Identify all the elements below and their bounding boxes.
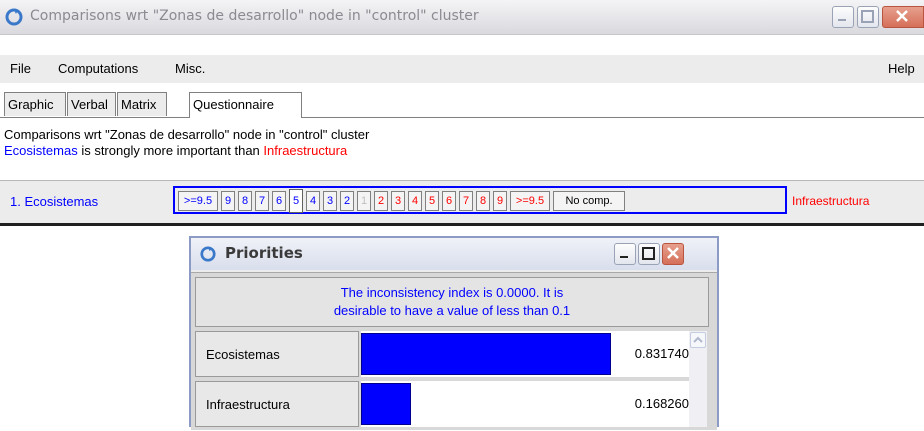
scale-value-button[interactable]: 9 [221, 191, 235, 211]
row-left-element: 1. Ecosistemas [10, 194, 99, 209]
scale-value-button[interactable]: 4 [306, 191, 320, 211]
tab-verbal[interactable]: Verbal [67, 92, 116, 116]
inconsistency-line-2: desirable to have a value of less than 0… [333, 303, 571, 318]
left-element-name: Ecosistemas [4, 143, 78, 158]
scale-value-button[interactable]: 8 [476, 191, 490, 211]
priority-label: Ecosistemas [195, 331, 359, 377]
priority-value: 0.168260 [634, 396, 689, 411]
menu-misc[interactable]: Misc. [175, 61, 205, 76]
inconsistency-line-1: The inconsistency index is 0.0000. It is [340, 285, 564, 300]
maximize-icon [861, 10, 874, 23]
scale-value-button[interactable]: 8 [238, 191, 252, 211]
close-icon [667, 247, 679, 259]
scale-value-button[interactable]: 7 [459, 191, 473, 211]
menu-file[interactable]: File [10, 61, 31, 76]
scale-value-button[interactable]: 3 [323, 191, 337, 211]
priority-bar [361, 383, 411, 425]
minimize-icon [838, 19, 846, 21]
scale-value-button[interactable]: >=9.5 [510, 191, 550, 211]
tab-matrix[interactable]: Matrix [117, 92, 167, 116]
scale-value-button[interactable]: 6 [442, 191, 456, 211]
priorities-title: Priorities [225, 244, 303, 262]
priority-bar-area: 0.168260 [361, 381, 693, 427]
close-button[interactable] [882, 6, 924, 28]
scale-value-button[interactable]: 2 [374, 191, 388, 211]
priority-value: 0.831740 [634, 346, 689, 361]
tab-graphic[interactable]: Graphic [4, 92, 66, 116]
scale-value-button[interactable]: 2 [340, 191, 354, 211]
inconsistency-message: The inconsistency index is 0.0000. It is… [195, 277, 709, 327]
scale-value-button[interactable]: >=9.5 [178, 191, 218, 211]
priorities-title-bar[interactable]: Priorities [191, 238, 717, 270]
scale-value-button[interactable]: 3 [391, 191, 405, 211]
menu-computations[interactable]: Computations [58, 61, 138, 76]
comparison-scale: >=9.5 9 8 7 6 5 4 3 2 1 2 3 4 5 6 7 8 9 >=9.5 No comp. [173, 186, 787, 214]
chevron-up-icon [693, 336, 703, 343]
priority-row: Infraestructura 0.168260 [195, 381, 709, 431]
priorities-maximize-button[interactable] [638, 243, 660, 265]
scroll-up-button[interactable] [690, 332, 706, 348]
app-icon [5, 8, 23, 26]
scale-value-button[interactable]: 4 [408, 191, 422, 211]
judgment-line: Ecosistemas is strongly more important t… [4, 143, 369, 159]
scale-value-button[interactable]: 1 [357, 191, 371, 211]
questionnaire-row: 1. Ecosistemas >=9.5 9 8 7 6 5 4 3 2 1 2 3 4 5 6 7 8 9 >=9… [0, 180, 924, 226]
maximize-icon [642, 247, 655, 260]
window-title-bar[interactable]: Comparisons wrt "Zonas de desarrollo" no… [0, 0, 924, 35]
maximize-button[interactable] [857, 6, 879, 28]
priorities-minimize-button[interactable] [614, 243, 636, 265]
tab-questionnaire[interactable]: Questionnaire [189, 92, 302, 118]
judgment-text: is strongly more important than [77, 143, 264, 158]
priorities-close-button[interactable] [662, 243, 684, 265]
comparison-description: Comparisons wrt "Zonas de desarrollo" no… [4, 127, 369, 159]
no-comparison-button[interactable]: No comp. [553, 191, 625, 211]
description-line: Comparisons wrt "Zonas de desarrollo" no… [4, 127, 370, 142]
priority-label: Infraestructura [195, 381, 359, 427]
priority-bar-area: 0.831740 [361, 331, 693, 377]
priorities-window: Priorities The inconsistency index is 0.… [189, 236, 719, 430]
vertical-scrollbar[interactable] [689, 331, 707, 427]
row-right-element: Infraestructura [792, 194, 870, 208]
menu-help[interactable]: Help [888, 61, 915, 76]
menu-bar: File Computations Misc. Help [0, 55, 924, 83]
minimize-button[interactable] [832, 6, 854, 28]
scale-value-button[interactable]: 9 [493, 191, 507, 211]
scale-value-button[interactable]: 5 [425, 191, 439, 211]
minimize-icon [620, 256, 628, 258]
priority-bar [361, 333, 611, 375]
app-icon [200, 246, 216, 262]
window-title: Comparisons wrt "Zonas de desarrollo" no… [30, 8, 479, 24]
scale-value-button[interactable]: 7 [255, 191, 269, 211]
priorities-body: The inconsistency index is 0.0000. It is… [191, 272, 717, 430]
view-tabs: Graphic Verbal Matrix Questionnaire [0, 92, 924, 118]
close-icon [896, 10, 908, 22]
scale-value-button[interactable]: 6 [272, 191, 286, 211]
scale-value-button[interactable]: 5 [289, 189, 303, 213]
priority-row: Ecosistemas 0.831740 [195, 331, 709, 381]
right-element-name: Infraestructura [263, 143, 348, 158]
